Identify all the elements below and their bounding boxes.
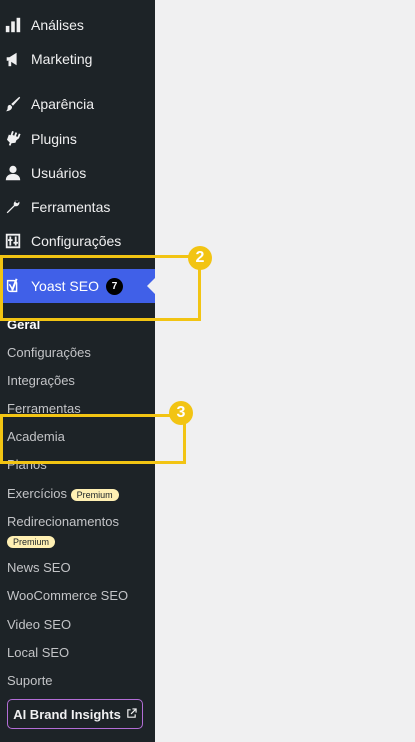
menu-item-marketing[interactable]: Marketing <box>0 42 155 76</box>
wrench-icon <box>3 197 23 217</box>
menu-item-label: Aparência <box>31 96 95 112</box>
submenu-item-local-seo[interactable]: Local SEO <box>7 645 69 660</box>
settings-sliders-icon <box>3 231 23 251</box>
premium-badge: Premium <box>7 535 56 548</box>
admin-sidebar: Análises Marketing Aparência Plugins Usu… <box>0 0 155 742</box>
megaphone-icon <box>3 49 23 69</box>
menu-item-label: Configurações <box>31 233 122 249</box>
submenu-item-integracoes[interactable]: Integrações <box>7 373 75 388</box>
menu-item-usuarios[interactable]: Usuários <box>0 156 155 190</box>
user-icon <box>3 163 23 183</box>
submenu-item-configuracoes[interactable]: Configurações <box>7 345 91 360</box>
submenu-item-label: Exercícios <box>7 486 67 501</box>
callout-number-2: 2 <box>188 246 212 270</box>
menu-item-label: Plugins <box>31 131 77 147</box>
menu-item-analises[interactable]: Análises <box>0 8 155 42</box>
bar-chart-icon <box>3 15 23 35</box>
menu-item-configuracoes[interactable]: Configurações <box>0 224 155 258</box>
submenu-item-redirecionamentos[interactable]: Redirecionamentos Premium <box>7 514 119 548</box>
menu-item-label: Ferramentas <box>31 199 111 215</box>
callout-number-3: 3 <box>169 401 193 425</box>
menu-item-aparencia[interactable]: Aparência <box>0 87 155 121</box>
menu-item-label: Análises <box>31 17 84 33</box>
plug-icon <box>3 129 23 149</box>
callout-box-3 <box>0 414 186 464</box>
menu-item-ferramentas[interactable]: Ferramentas <box>0 190 155 224</box>
menu-item-label: Usuários <box>31 165 87 181</box>
menu-item-label: Marketing <box>31 51 93 67</box>
submenu-item-news-seo[interactable]: News SEO <box>7 560 71 575</box>
external-link-icon <box>126 707 137 722</box>
submenu-item-video-seo[interactable]: Video SEO <box>7 617 71 632</box>
ai-brand-insights-label: AI Brand Insights <box>13 706 121 722</box>
submenu-item-label: Redirecionamentos <box>7 514 120 529</box>
submenu-item-suporte[interactable]: Suporte <box>7 673 53 688</box>
submenu-item-exercicios[interactable]: Exercícios Premium <box>7 486 119 501</box>
menu-item-plugins[interactable]: Plugins <box>0 122 155 156</box>
submenu-item-woocommerce-seo[interactable]: WooCommerce SEO <box>7 588 128 603</box>
ai-brand-insights-button[interactable]: AI Brand Insights <box>7 699 143 729</box>
callout-box-2 <box>0 255 201 321</box>
premium-badge: Premium <box>70 488 119 501</box>
paintbrush-icon <box>3 94 23 114</box>
